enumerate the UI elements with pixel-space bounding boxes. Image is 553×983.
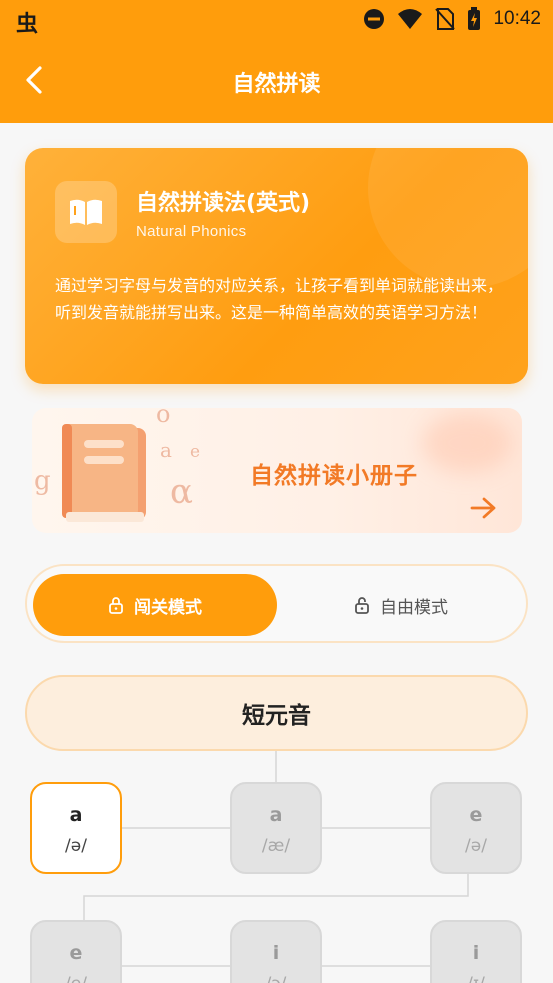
battery-charging-icon [468, 7, 481, 30]
clock: 10:42 [493, 8, 541, 29]
lesson-phonetic: /ɔ/ [232, 974, 320, 983]
lesson-letter: a [269, 804, 283, 826]
lesson-letter: e [469, 804, 483, 826]
section-title: 短元音 [242, 703, 311, 729]
lesson-letter: a [69, 804, 83, 826]
lesson-letter: e [69, 942, 83, 964]
mode-switch: 闯关模式 自由模式 [25, 564, 528, 643]
lesson-letter: i [272, 942, 280, 964]
app-logo-icon: 虫 [16, 12, 39, 37]
decor-letter: e [190, 442, 201, 462]
lesson-phonetic: /ɪ/ [432, 974, 520, 983]
lesson-phonetic: /ə/ [65, 836, 87, 856]
lesson-node-i-o[interactable]: i /ɔ/ [230, 920, 322, 983]
free-mode-label: 自由模式 [380, 597, 448, 618]
free-mode-tab[interactable]: 自由模式 [279, 574, 523, 636]
lesson-letter: i [472, 942, 480, 964]
booklet-illustration-icon [62, 424, 146, 522]
decor-letter: a [160, 438, 172, 462]
banner-glow [422, 413, 512, 473]
status-bar: 虫 10:42 [0, 0, 553, 40]
lesson-phonetic: /ə/ [465, 836, 487, 856]
decor-letter: g [34, 466, 51, 496]
top-app-bar: 自然拼读 [0, 40, 553, 123]
lesson-node-i-short-i[interactable]: i /ɪ/ [430, 920, 522, 983]
intro-description: 通过学习字母与发音的对应关系，让孩子看到单词就能读出来，听到发音就能拼写出来。这… [55, 276, 504, 322]
decorative-circle [368, 148, 528, 288]
unlock-icon [355, 597, 369, 614]
do-not-disturb-icon [364, 9, 385, 29]
book-icon-box [55, 181, 117, 243]
arrow-right-icon [470, 497, 496, 519]
intro-card: 自然拼读法(英式) Natural Phonics 通过学习字母与发音的对应关系… [25, 148, 528, 384]
phonics-booklet-banner[interactable]: g e α o a 自然拼读小册子 [32, 408, 522, 533]
lesson-node-a-schwa[interactable]: a /ə/ [30, 782, 122, 874]
section-title-pill: 短元音 [25, 675, 528, 751]
lesson-node-a-ae[interactable]: a /æ/ [230, 782, 322, 874]
lesson-node-e-e[interactable]: e /e/ [30, 920, 122, 983]
lesson-phonetic: /æ/ [261, 836, 291, 856]
intro-subtitle: Natural Phonics [136, 223, 247, 240]
lesson-node-e-schwa[interactable]: e /ə/ [430, 782, 522, 874]
lesson-phonetic: /e/ [32, 974, 120, 983]
open-book-icon [70, 199, 102, 225]
challenge-mode-label: 闯关模式 [134, 597, 202, 618]
banner-label: 自然拼读小册子 [250, 463, 418, 489]
no-sim-icon [435, 8, 456, 30]
intro-title: 自然拼读法(英式) [136, 191, 311, 216]
lock-icon [109, 597, 123, 614]
decor-letter: α [170, 472, 193, 512]
page-title: 自然拼读 [232, 72, 321, 97]
challenge-mode-tab[interactable]: 闯关模式 [33, 574, 277, 636]
wifi-icon [398, 9, 423, 29]
